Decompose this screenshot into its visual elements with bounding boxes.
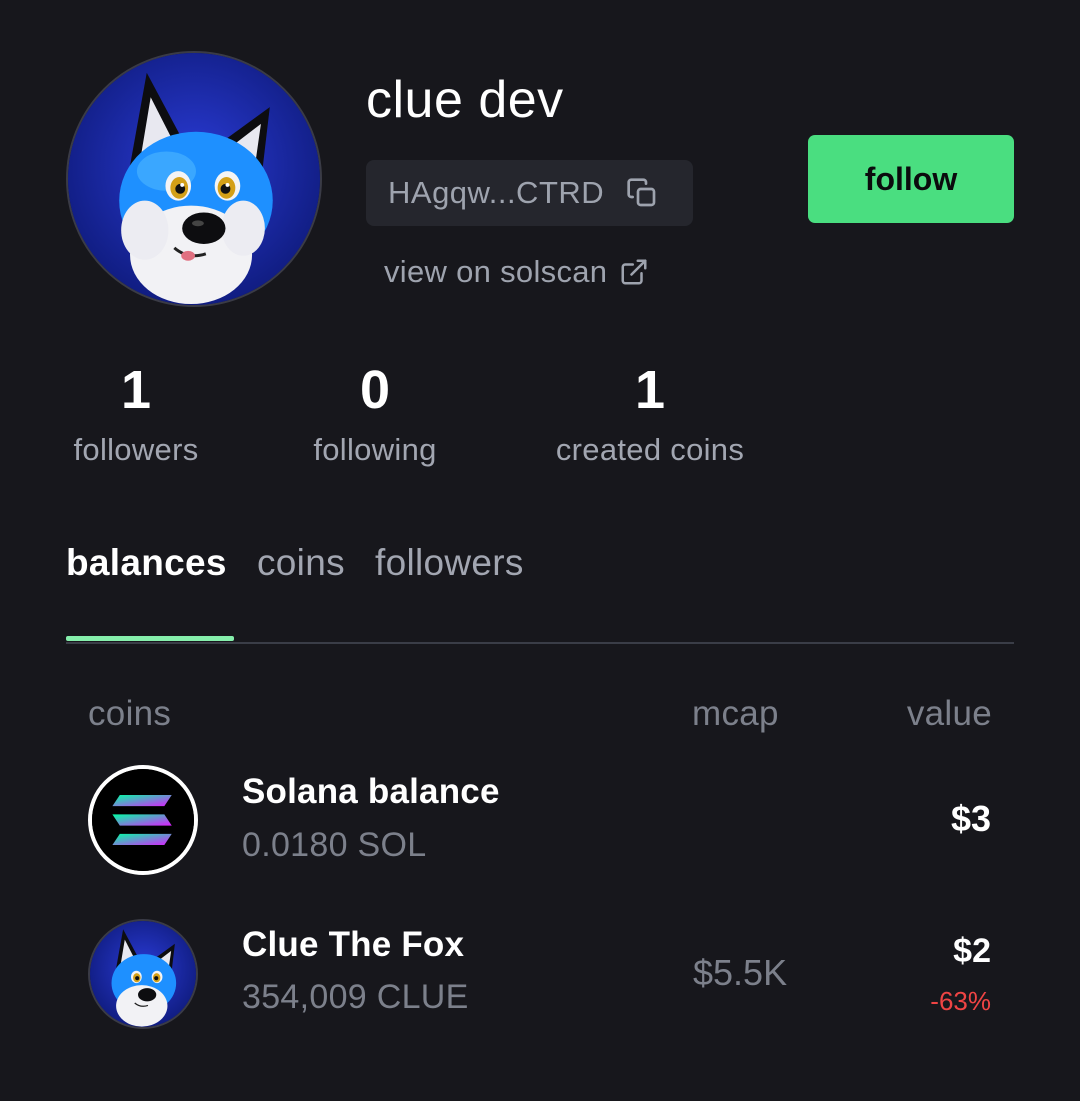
tab-balances[interactable]: balances xyxy=(66,542,227,584)
column-header-value: value xyxy=(906,694,992,733)
coin-name[interactable]: Solana balance xyxy=(242,772,500,812)
coin-mcap: $5.5K xyxy=(693,952,788,993)
fox-avatar-icon xyxy=(68,53,320,305)
coin-change: -63% xyxy=(930,986,991,1016)
stat-value: 1 xyxy=(634,360,666,420)
profile-username: clue dev xyxy=(366,71,564,129)
copy-icon[interactable] xyxy=(626,177,658,209)
tab-divider xyxy=(66,642,1014,644)
coin-name[interactable]: Clue The Fox xyxy=(242,925,464,965)
wallet-address-text: HAgqw...CTRD xyxy=(388,175,605,210)
stat-label: following xyxy=(313,432,437,467)
stat-label: created coins xyxy=(555,432,745,467)
active-tab-indicator xyxy=(66,636,234,641)
solscan-link[interactable]: view on solscan xyxy=(384,254,649,290)
column-header-mcap: mcap xyxy=(692,694,779,733)
wallet-address-chip[interactable]: HAgqw...CTRD xyxy=(366,160,693,226)
follow-button[interactable]: follow xyxy=(808,135,1014,223)
profile-avatar xyxy=(66,51,322,307)
coin-amount: 0.0180 SOL xyxy=(242,826,427,864)
tab-coins[interactable]: coins xyxy=(257,542,345,584)
coin-value: $2 xyxy=(953,932,991,970)
stat-value: 1 xyxy=(120,360,152,420)
stat-following[interactable]: 0 following xyxy=(285,360,465,468)
external-link-icon[interactable] xyxy=(619,257,649,287)
column-header-coins: coins xyxy=(88,694,172,733)
coin-value: $3 xyxy=(950,798,991,839)
stat-followers[interactable]: 1 followers xyxy=(46,360,226,468)
stat-value: 0 xyxy=(359,360,391,420)
fox-avatar-icon[interactable] xyxy=(88,919,198,1029)
stat-label: followers xyxy=(73,432,199,467)
solscan-link-label[interactable]: view on solscan xyxy=(384,254,607,290)
solana-logo-icon xyxy=(88,765,198,875)
tab-followers[interactable]: followers xyxy=(375,542,524,584)
coin-amount: 354,009 CLUE xyxy=(242,978,469,1016)
stat-created-coins[interactable]: 1 created coins xyxy=(520,360,780,468)
